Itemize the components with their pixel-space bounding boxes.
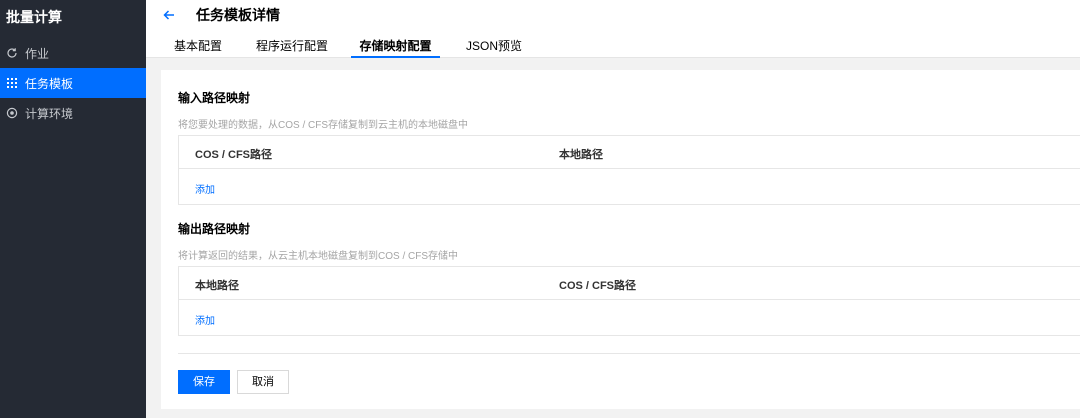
table-header: COS / CFS路径 本地路径 — [179, 136, 1080, 169]
table-header: 本地路径 COS / CFS路径 — [179, 267, 1080, 300]
output-mapping-title: 输出路径映射 — [178, 222, 251, 236]
column-header-local: 本地路径 — [195, 280, 239, 292]
title-row: 任务模板详情 — [162, 6, 280, 24]
tab-basic-config[interactable]: 基本配置 — [174, 37, 222, 58]
input-mapping-description: 将您要处理的数据，从COS / CFS存储复制到云主机的本地磁盘中 — [178, 120, 469, 131]
save-button[interactable]: 保存 — [178, 370, 230, 394]
back-arrow-icon[interactable] — [162, 8, 176, 22]
divider — [178, 353, 1080, 354]
cancel-button[interactable]: 取消 — [237, 370, 289, 394]
tab-json-preview[interactable]: JSON预览 — [466, 37, 522, 58]
page-header: 任务模板详情 基本配置 程序运行配置 存储映射配置 JSON预览 — [146, 0, 1080, 58]
sidebar: 批量计算 作业 任务模板 计算环境 — [0, 0, 146, 418]
sidebar-item-jobs[interactable]: 作业 — [0, 38, 146, 68]
tab-storage-mapping[interactable]: 存储映射配置 — [351, 37, 440, 58]
storage-mapping-card: 输入路径映射 将您要处理的数据，从COS / CFS存储复制到云主机的本地磁盘中… — [161, 70, 1080, 409]
app-brand: 批量计算 — [6, 9, 62, 25]
sidebar-item-task-templates[interactable]: 任务模板 — [0, 68, 146, 98]
output-mapping-description: 将计算返回的结果，从云主机本地磁盘复制到COS / CFS存储中 — [178, 251, 459, 262]
input-mapping-table: COS / CFS路径 本地路径 添加 — [178, 135, 1080, 205]
target-icon — [6, 107, 18, 119]
grid-icon — [6, 77, 18, 89]
input-add-link[interactable]: 添加 — [195, 181, 215, 196]
column-header-destination: COS / CFS路径 — [559, 280, 637, 292]
sidebar-item-label: 计算环境 — [25, 106, 74, 121]
output-mapping-table: 本地路径 COS / CFS路径 添加 — [178, 266, 1080, 336]
page-title: 任务模板详情 — [196, 7, 280, 23]
sidebar-item-label: 任务模板 — [25, 76, 74, 91]
tab-program-config[interactable]: 程序运行配置 — [256, 37, 328, 58]
input-mapping-title: 输入路径映射 — [178, 91, 251, 105]
column-header-local: 本地路径 — [559, 149, 603, 161]
output-add-link[interactable]: 添加 — [195, 312, 215, 327]
sidebar-item-compute-env[interactable]: 计算环境 — [0, 98, 146, 128]
column-header-source: COS / CFS路径 — [195, 149, 273, 161]
refresh-icon — [6, 47, 18, 59]
sidebar-item-label: 作业 — [25, 46, 50, 61]
